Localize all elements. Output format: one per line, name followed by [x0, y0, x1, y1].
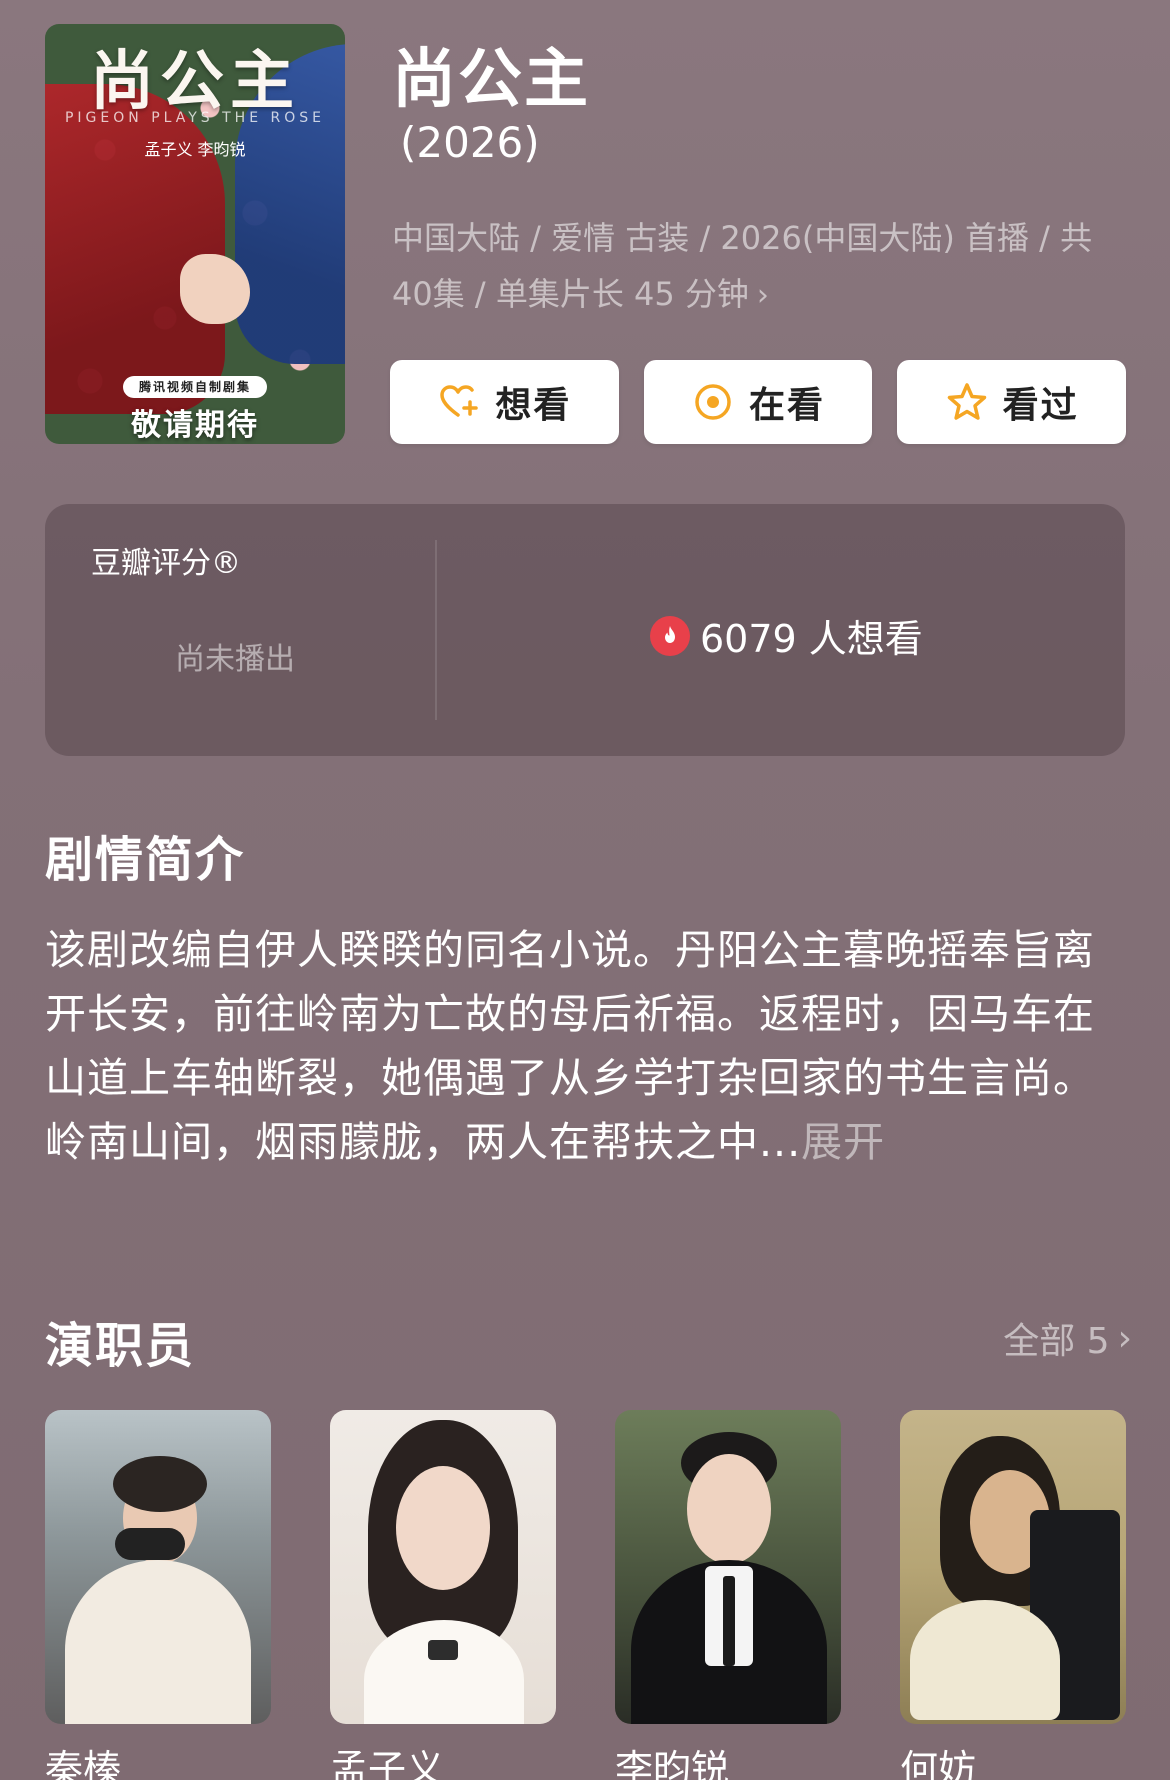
show-year: (2026) [400, 118, 540, 167]
synopsis-body: 该剧改编自伊人睽睽的同名小说。丹阳公主暮晚摇奉旨离开长安，前往岭南为亡故的母后祈… [45, 926, 1095, 1166]
cast-photo [45, 1410, 271, 1724]
rating-divider [435, 540, 437, 720]
meta-line-1: 中国大陆 / 爱情 古装 / 2026(中国大陆) 首播 / 共 [392, 219, 1093, 257]
cast-card[interactable]: 何妨 [900, 1410, 1126, 1780]
cast-list: 秦榛 孟子义 李昀锐 何妨 [45, 1410, 1126, 1780]
rating-panel[interactable]: 豆瓣评分® 尚未播出 6079 人想看 [45, 504, 1125, 756]
poster-subtitle: PIGEON PLAYS THE ROSE [64, 110, 325, 126]
action-buttons: 想看 在看 看过 [390, 360, 1127, 444]
cast-name: 何妨 [900, 1747, 977, 1780]
poster-robe-red [45, 84, 225, 414]
cast-card[interactable]: 李昀锐 [615, 1410, 841, 1780]
cast-photo [615, 1410, 841, 1724]
meta-line-2: 40集 / 单集片长 45 分钟 › [392, 266, 1112, 324]
expand-link[interactable]: 展开 [801, 1118, 885, 1166]
cast-name: 孟子义 [330, 1747, 445, 1780]
douban-rating-label: 豆瓣评分® [91, 546, 241, 581]
synopsis-text[interactable]: 该剧改编自伊人睽睽的同名小说。丹阳公主暮晚摇奉旨离开长安，前往岭南为亡故的母后祈… [45, 918, 1135, 1174]
cast-card[interactable]: 孟子义 [330, 1410, 556, 1780]
want-to-watch-label: 想看 [495, 385, 572, 426]
watching-button[interactable]: 在看 [643, 360, 873, 444]
target-circle-icon [695, 384, 731, 420]
poster-tag: 腾讯视频自制剧集 [123, 376, 267, 398]
want-to-watch-button[interactable]: 想看 [390, 360, 619, 444]
meta-line-2-text: 40集 / 单集片长 45 分钟 [392, 275, 749, 313]
cast-photo [330, 1410, 556, 1724]
rating-status: 尚未播出 [175, 642, 295, 677]
heart-plus-icon [440, 385, 479, 417]
cast-all-label: 全部 5 [1003, 1321, 1110, 1362]
poster-coming-soon: 敬请期待 [131, 408, 259, 443]
cast-name: 李昀锐 [615, 1747, 730, 1780]
cast-heading: 演职员 [45, 1318, 196, 1374]
show-title: 尚公主 [392, 43, 590, 117]
cast-all-link[interactable]: 全部 5 › [1003, 1312, 1132, 1364]
want-count-text: 6079 人想看 [700, 617, 923, 661]
watched-label: 看过 [1002, 385, 1079, 426]
show-meta[interactable]: 中国大陆 / 爱情 古装 / 2026(中国大陆) 首播 / 共 40集 / 单… [392, 210, 1112, 324]
watched-button[interactable]: 看过 [897, 360, 1127, 444]
cast-card[interactable]: 秦榛 [45, 1410, 271, 1780]
star-icon [947, 383, 986, 420]
cast-photo [900, 1410, 1126, 1724]
want-count: 6079 人想看 [650, 608, 923, 663]
poster-names: 孟子义 李昀锐 [144, 140, 246, 159]
movie-detail-page: 尚公主 PIGEON PLAYS THE ROSE 孟子义 李昀锐 腾讯视频自制… [0, 0, 1170, 1780]
fire-icon [650, 615, 690, 656]
chevron-right-icon: › [756, 278, 769, 313]
cast-name: 秦榛 [45, 1747, 122, 1780]
watching-label: 在看 [749, 385, 826, 426]
chevron-right-icon: › [1117, 1317, 1132, 1359]
poster-title: 尚公主 [90, 44, 300, 119]
poster-image[interactable]: 尚公主 PIGEON PLAYS THE ROSE 孟子义 李昀锐 腾讯视频自制… [45, 24, 345, 444]
synopsis-heading: 剧情简介 [45, 832, 246, 888]
